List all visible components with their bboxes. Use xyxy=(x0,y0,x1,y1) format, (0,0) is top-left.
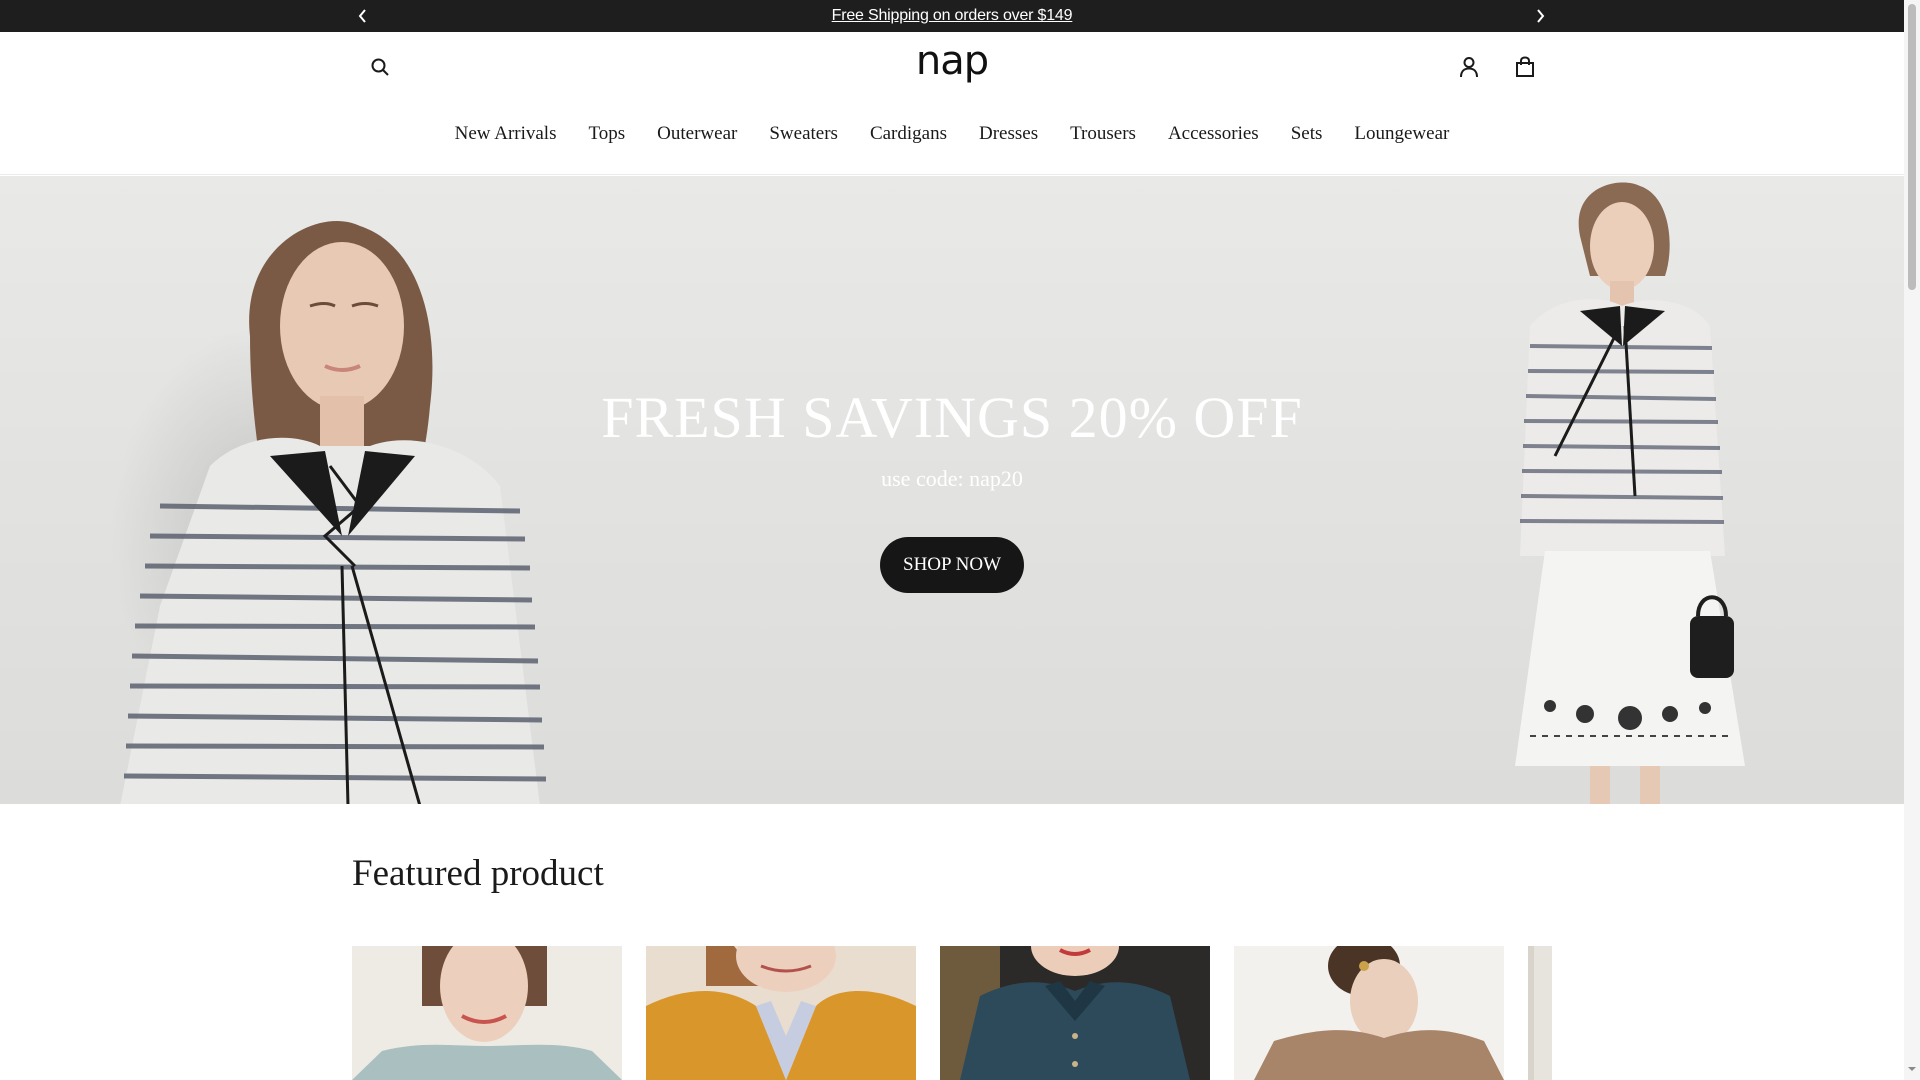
announcement-link[interactable]: Free Shipping on orders over $149 xyxy=(0,0,1904,32)
page-scrollbar[interactable] xyxy=(1904,0,1920,1080)
main-nav: New Arrivals Tops Outerwear Sweaters Car… xyxy=(0,123,1904,145)
search-icon xyxy=(371,58,389,76)
product-card[interactable] xyxy=(1528,946,1552,1080)
nav-item-tops[interactable]: Tops xyxy=(572,123,641,145)
product-card[interactable] xyxy=(940,946,1210,1080)
shop-now-button[interactable]: SHOP NOW xyxy=(880,537,1024,593)
product-image xyxy=(1234,946,1504,1080)
site-logo[interactable]: nap xyxy=(902,38,1002,84)
product-card[interactable] xyxy=(352,946,622,1080)
product-card[interactable] xyxy=(646,946,916,1080)
account-button[interactable] xyxy=(1452,50,1486,84)
product-card[interactable] xyxy=(1234,946,1504,1080)
user-icon xyxy=(1460,57,1478,78)
announcement-next-button[interactable] xyxy=(1524,0,1556,32)
hero-banner: FRESH SAVINGS 20% OFF use code: nap20 SH… xyxy=(0,176,1904,804)
nav-item-new-arrivals[interactable]: New Arrivals xyxy=(439,123,573,145)
nav-item-accessories[interactable]: Accessories xyxy=(1152,123,1275,145)
nav-item-cardigans[interactable]: Cardigans xyxy=(854,123,963,145)
hero-title: FRESH SAVINGS 20% OFF xyxy=(601,385,1303,450)
product-image xyxy=(940,946,1210,1080)
scrollbar-thumb[interactable] xyxy=(1908,4,1916,290)
scroll-down-arrow-icon[interactable] xyxy=(1907,1064,1917,1074)
cart-button[interactable] xyxy=(1508,50,1542,84)
featured-section-title: Featured product xyxy=(352,853,604,894)
shopping-bag-icon xyxy=(1516,56,1534,77)
search-button[interactable] xyxy=(363,50,397,84)
nav-item-trousers[interactable]: Trousers xyxy=(1054,123,1152,145)
product-image xyxy=(1528,946,1552,1080)
product-image xyxy=(352,946,622,1080)
chevron-right-icon xyxy=(1537,9,1545,23)
nav-item-sets[interactable]: Sets xyxy=(1275,123,1339,145)
featured-product-carousel xyxy=(352,946,1552,1080)
nav-item-dresses[interactable]: Dresses xyxy=(963,123,1054,145)
announcement-bar: Free Shipping on orders over $149 xyxy=(0,0,1904,32)
nav-item-loungewear[interactable]: Loungewear xyxy=(1338,123,1465,145)
product-image xyxy=(646,946,916,1080)
nav-item-outerwear[interactable]: Outerwear xyxy=(641,123,753,145)
site-header: nap New Arrivals Tops Outerwear Sweaters… xyxy=(0,32,1904,175)
hero-subtitle: use code: nap20 xyxy=(881,466,1023,491)
hero-model-left-image xyxy=(120,220,547,804)
nav-item-sweaters[interactable]: Sweaters xyxy=(753,123,854,145)
